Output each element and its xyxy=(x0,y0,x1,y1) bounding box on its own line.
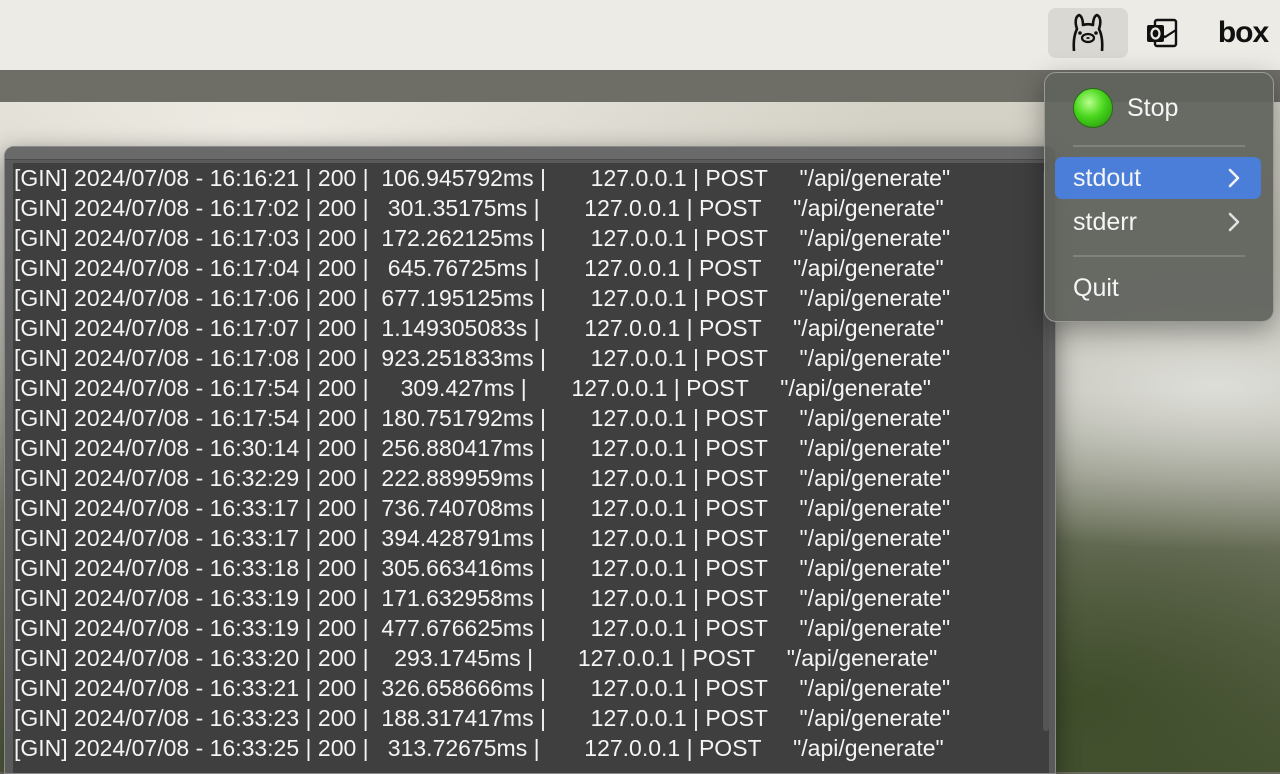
log-line: [GIN] 2024/07/08 - 16:16:21 | 200 | 106.… xyxy=(14,165,951,191)
ollama-icon[interactable] xyxy=(1048,8,1128,58)
menu-item-quit[interactable]: Quit xyxy=(1055,267,1261,309)
menu-separator xyxy=(1073,145,1245,147)
menu-separator xyxy=(1073,255,1245,257)
ollama-menu: Stop stdout stderr Quit xyxy=(1044,72,1274,322)
menu-item-stderr-label: stderr xyxy=(1073,207,1137,236)
log-line: [GIN] 2024/07/08 - 16:33:23 | 200 | 188.… xyxy=(14,705,951,731)
box-logo-text: box xyxy=(1217,16,1269,49)
log-line: [GIN] 2024/07/08 - 16:32:29 | 200 | 222.… xyxy=(14,465,951,491)
log-line: [GIN] 2024/07/08 - 16:33:18 | 200 | 305.… xyxy=(14,555,951,581)
log-line: [GIN] 2024/07/08 - 16:33:17 | 200 | 736.… xyxy=(14,495,951,521)
menu-bar: box xyxy=(0,0,1280,70)
menu-item-stop[interactable]: Stop xyxy=(1055,87,1261,129)
log-line: [GIN] 2024/07/08 - 16:17:03 | 200 | 172.… xyxy=(14,225,951,251)
status-indicator-icon xyxy=(1073,88,1113,128)
log-line: [GIN] 2024/07/08 - 16:17:06 | 200 | 677.… xyxy=(14,285,951,311)
menu-item-stop-label: Stop xyxy=(1127,93,1179,122)
log-line: [GIN] 2024/07/08 - 16:30:14 | 200 | 256.… xyxy=(14,435,951,461)
window-titlebar[interactable] xyxy=(5,147,1055,160)
log-line: [GIN] 2024/07/08 - 16:17:54 | 200 | 309.… xyxy=(14,375,931,401)
log-line: [GIN] 2024/07/08 - 16:33:19 | 200 | 477.… xyxy=(14,615,951,641)
outlook-icon[interactable] xyxy=(1140,8,1184,58)
log-line: [GIN] 2024/07/08 - 16:33:25 | 200 | 313.… xyxy=(14,735,944,761)
menu-item-stderr[interactable]: stderr xyxy=(1055,201,1261,243)
chevron-right-icon xyxy=(1228,168,1240,188)
log-line: [GIN] 2024/07/08 - 16:33:19 | 200 | 171.… xyxy=(14,585,951,611)
log-output: [GIN] 2024/07/08 - 16:16:21 | 200 | 106.… xyxy=(13,163,1049,773)
log-line: [GIN] 2024/07/08 - 16:33:21 | 200 | 326.… xyxy=(14,675,951,701)
log-line: [GIN] 2024/07/08 - 16:17:07 | 200 | 1.14… xyxy=(14,315,944,341)
log-line: [GIN] 2024/07/08 - 16:17:08 | 200 | 923.… xyxy=(14,345,951,371)
stdout-log-window: [GIN] 2024/07/08 - 16:16:21 | 200 | 106.… xyxy=(4,146,1056,774)
chevron-right-icon xyxy=(1228,212,1240,232)
menu-item-stdout[interactable]: stdout xyxy=(1055,157,1261,199)
box-icon[interactable]: box xyxy=(1210,8,1276,58)
log-line: [GIN] 2024/07/08 - 16:17:02 | 200 | 301.… xyxy=(14,195,944,221)
menu-item-quit-label: Quit xyxy=(1073,273,1119,302)
log-line: [GIN] 2024/07/08 - 16:33:20 | 200 | 293.… xyxy=(14,645,938,671)
log-line: [GIN] 2024/07/08 - 16:17:04 | 200 | 645.… xyxy=(14,255,944,281)
menu-item-stdout-label: stdout xyxy=(1073,163,1142,192)
log-line: [GIN] 2024/07/08 - 16:17:54 | 200 | 180.… xyxy=(14,405,951,431)
log-line: [GIN] 2024/07/08 - 16:33:17 | 200 | 394.… xyxy=(14,525,951,551)
